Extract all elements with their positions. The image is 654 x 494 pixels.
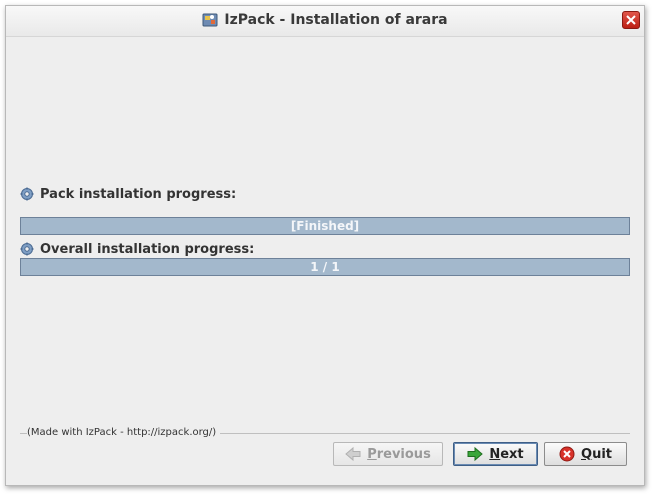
pack-progress-bar: [Finished]	[20, 217, 630, 235]
close-button[interactable]	[622, 11, 640, 29]
overall-progress-text: 1 / 1	[310, 260, 340, 274]
overall-progress-label: Overall installation progress:	[40, 241, 255, 257]
title-wrap: IzPack - Installation of arara	[6, 10, 644, 30]
next-button-label: Next	[489, 446, 524, 462]
pack-progress-text: [Finished]	[290, 219, 360, 233]
title-bar[interactable]: IzPack - Installation of arara	[6, 6, 644, 37]
quit-x-icon	[559, 446, 575, 462]
gear-icon	[20, 242, 34, 256]
previous-button[interactable]: Previous	[333, 442, 443, 466]
installer-window: IzPack - Installation of arara Pack inst…	[5, 5, 645, 486]
overall-progress-bar: 1 / 1	[20, 258, 630, 276]
close-icon	[626, 15, 636, 25]
previous-button-label: Previous	[367, 446, 431, 462]
gear-icon	[20, 187, 34, 201]
quit-button-label: Quit	[581, 446, 612, 462]
next-button[interactable]: Next	[453, 442, 538, 466]
arrow-left-icon	[345, 446, 361, 462]
pack-progress-label-row: Pack installation progress:	[20, 185, 236, 203]
arrow-right-icon	[467, 446, 484, 462]
overall-progress-label-row: Overall installation progress:	[20, 240, 254, 258]
pack-progress-label: Pack installation progress:	[40, 186, 237, 202]
izpack-app-icon	[202, 13, 218, 27]
made-with-izpack-credit: (Made with IzPack - http://izpack.org/)	[27, 427, 221, 438]
window-title: IzPack - Installation of arara	[224, 12, 448, 28]
quit-button[interactable]: Quit	[544, 442, 627, 466]
